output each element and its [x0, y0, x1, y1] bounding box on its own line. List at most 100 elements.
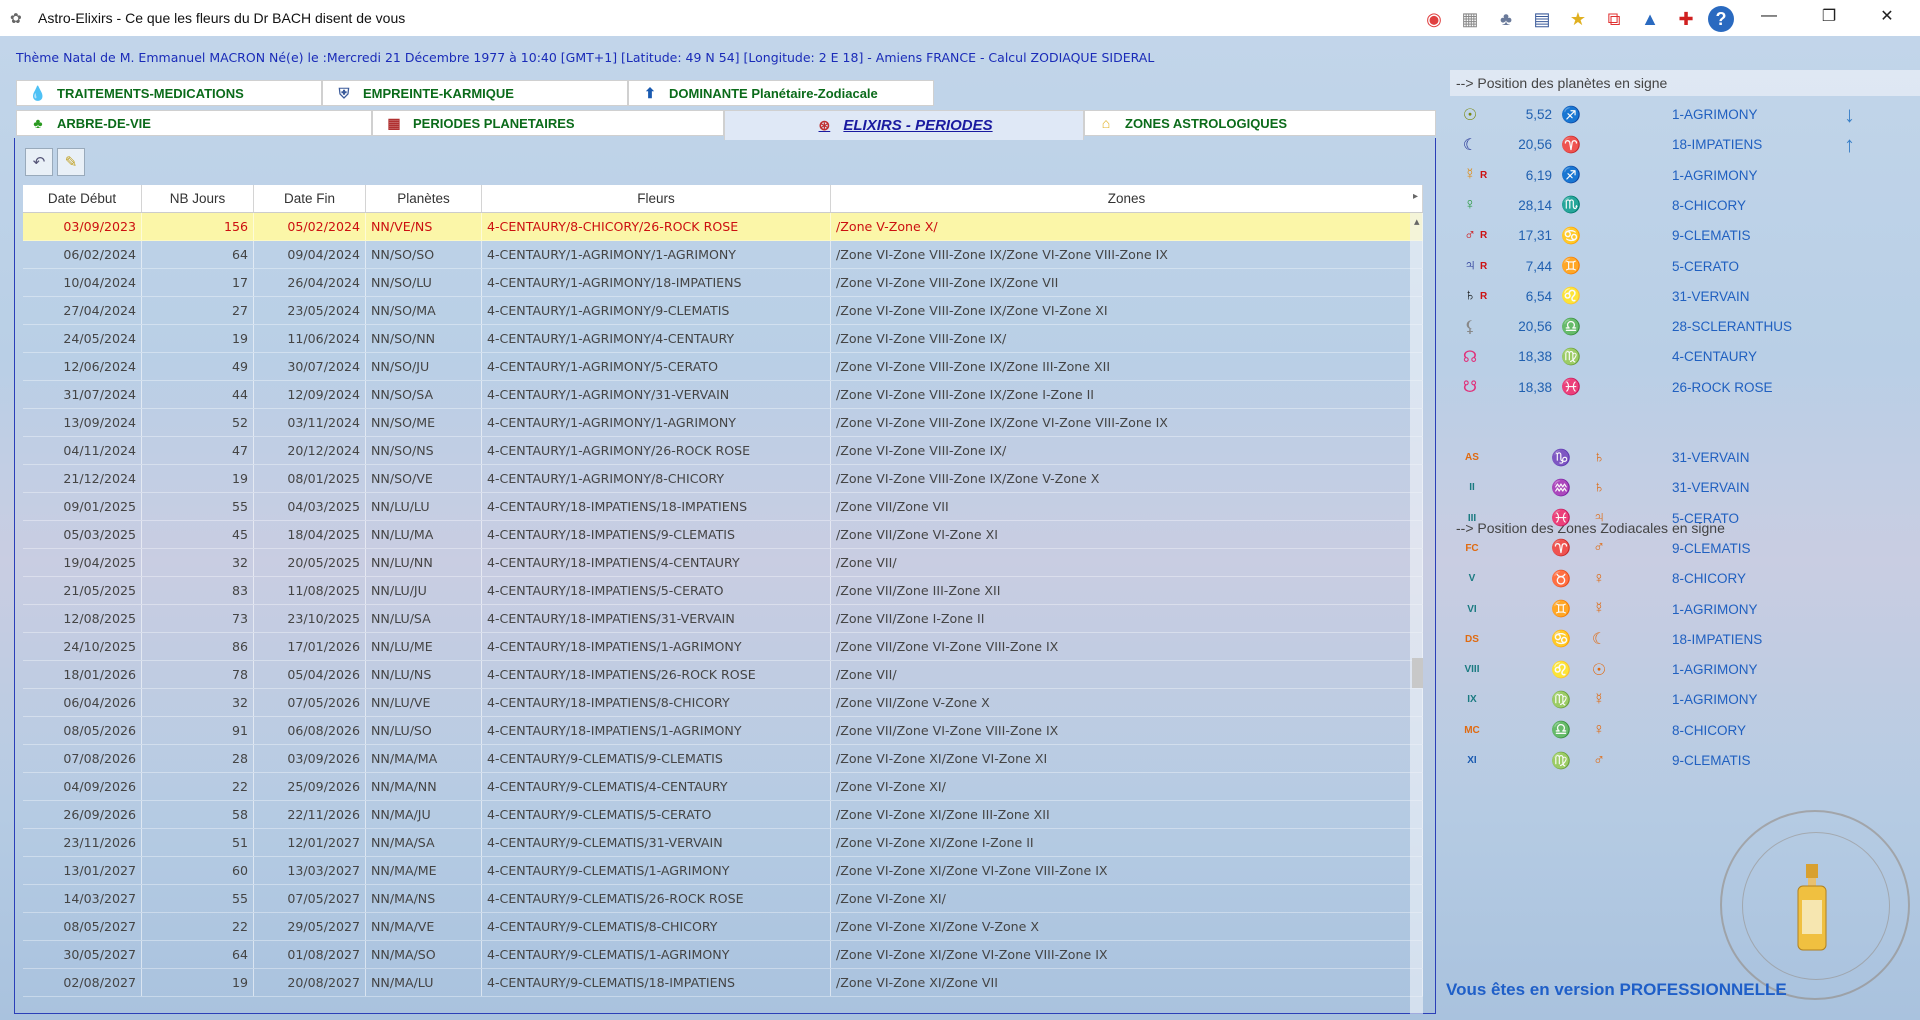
table-cell: NN/SO/SO [366, 241, 482, 268]
vertical-scrollbar[interactable]: ▴ [1410, 213, 1423, 1014]
table-row[interactable]: 10/04/2024 17 26/04/2024 NN/SO/LU 4-CENTAURY… [23, 269, 1423, 297]
planet-flower[interactable]: 4-CENTAURY [1672, 349, 1757, 364]
tab-dominante[interactable]: ⬆ DOMINANTE Planétaire-Zodiacale [628, 80, 934, 106]
minimize-button[interactable]: — [1746, 0, 1792, 32]
table-row[interactable]: 06/02/2024 64 09/04/2024 NN/SO/SO 4-CENTAURY… [23, 241, 1423, 269]
scroll-up-arrow[interactable]: ▴ [1414, 215, 1420, 228]
table-row[interactable]: 31/07/2024 44 12/09/2024 NN/SO/SA 4-CENTAURY… [23, 381, 1423, 409]
undo-icon[interactable]: ↶ [25, 148, 53, 176]
col-header-fleurs[interactable]: Fleurs [482, 185, 831, 212]
table-row[interactable]: 14/03/2027 55 07/05/2027 NN/MA/NS 4-CENTAURY… [23, 885, 1423, 913]
copy-icon[interactable]: ⧉ [1600, 6, 1628, 32]
restore-button[interactable]: ❐ [1806, 0, 1852, 32]
planet-flower[interactable]: 28-SCLERANTHUS [1672, 319, 1792, 334]
scroll-right-arrow[interactable]: ▸ [1413, 191, 1418, 202]
table-row[interactable]: 08/05/2026 91 06/08/2026 NN/LU/SO 4-CENTAURY… [23, 717, 1423, 745]
table-row[interactable]: 04/11/2024 47 20/12/2024 NN/SO/NS 4-CENTAURY… [23, 437, 1423, 465]
zodiac-sign-icon: ♌ [1561, 288, 1581, 306]
table-cell: 18/01/2026 [23, 661, 142, 688]
pin-icon[interactable]: ✚ [1672, 6, 1700, 32]
table-cell: 26/09/2026 [23, 801, 142, 828]
table-row[interactable]: 07/08/2026 28 03/09/2026 NN/MA/MA 4-CENTAURY… [23, 745, 1423, 773]
planet-flower[interactable]: 1-AGRIMONY [1672, 107, 1758, 122]
table-row[interactable]: 03/09/2023 156 05/02/2024 NN/VE/NS 4-CENTAUR… [23, 213, 1423, 241]
zone-flower[interactable]: 8-CHICORY [1672, 571, 1746, 586]
export-icon[interactable]: ✎ [57, 148, 85, 176]
zone-flower[interactable]: 9-CLEMATIS [1672, 753, 1751, 768]
help-icon[interactable]: ? [1708, 6, 1734, 32]
col-header-zones[interactable]: Zones [831, 185, 1423, 212]
table-row[interactable]: 27/04/2024 27 23/05/2024 NN/SO/MA 4-CENTAURY… [23, 297, 1423, 325]
zone-flower[interactable]: 1-AGRIMONY [1672, 602, 1758, 617]
table-row[interactable]: 13/01/2027 60 13/03/2027 NN/MA/ME 4-CENTAURY… [23, 857, 1423, 885]
zone-flower[interactable]: 1-AGRIMONY [1672, 662, 1758, 677]
tab-arbre-de-vie[interactable]: ♣ ARBRE-DE-VIE [16, 110, 372, 136]
table-row[interactable]: 26/09/2026 58 22/11/2026 NN/MA/JU 4-CENTAURY… [23, 801, 1423, 829]
table-row[interactable]: 24/05/2024 19 11/06/2024 NN/SO/NN 4-CENTAURY… [23, 325, 1423, 353]
table-row[interactable]: 04/09/2026 22 25/09/2026 NN/MA/NN 4-CENTAURY… [23, 773, 1423, 801]
zodiac-sign-icon: ♓ [1561, 379, 1581, 397]
table-cell: NN/LU/JU [366, 577, 482, 604]
planet-flower[interactable]: 9-CLEMATIS [1672, 228, 1751, 243]
table-row[interactable]: 21/05/2025 83 11/08/2025 NN/LU/JU 4-CENTAURY… [23, 577, 1423, 605]
table-row[interactable]: 12/08/2025 73 23/10/2025 NN/LU/SA 4-CENTAURY… [23, 605, 1423, 633]
table-row[interactable]: 08/05/2027 22 29/05/2027 NN/MA/VE 4-CENTAURY… [23, 913, 1423, 941]
zone-flower[interactable]: 31-VERVAIN [1672, 450, 1750, 465]
tree-icon: ♣ [33, 115, 43, 131]
arrow-up-icon[interactable]: ↑ [1844, 132, 1855, 158]
table-row[interactable]: 30/05/2027 64 01/08/2027 NN/MA/SO 4-CENTAURY… [23, 941, 1423, 969]
table-row[interactable]: 05/03/2025 45 18/04/2025 NN/LU/MA 4-CENTAURY… [23, 521, 1423, 549]
figures-icon[interactable]: ♣ [1492, 6, 1520, 32]
scroll-icon[interactable]: ▤ [1528, 6, 1556, 32]
col-header-date-debut[interactable]: Date Début [23, 185, 142, 212]
table-row[interactable]: 24/10/2025 86 17/01/2026 NN/LU/ME 4-CENTAURY… [23, 633, 1423, 661]
planet-flower[interactable]: 31-VERVAIN [1672, 289, 1750, 304]
planet-symbol-icon: ♂ [1464, 226, 1476, 244]
table-row[interactable]: 18/01/2026 78 05/04/2026 NN/LU/NS 4-CENTAURY… [23, 661, 1423, 689]
zone-flower[interactable]: 8-CHICORY [1672, 723, 1746, 738]
planet-flower[interactable]: 1-AGRIMONY [1672, 168, 1758, 183]
table-cell: 4-CENTAURY/8-CHICORY/26-ROCK ROSE [482, 213, 831, 240]
tab-empreinte-karmique[interactable]: ⛨ EMPREINTE-KARMIQUE [322, 80, 628, 106]
image-icon[interactable]: ▲ [1636, 6, 1664, 32]
table-cell: NN/MA/LU [366, 969, 482, 996]
zodiac-sign-icon: ♍ [1561, 348, 1581, 366]
grid-icon[interactable]: ▦ [1456, 6, 1484, 32]
col-header-planetes[interactable]: Planètes [366, 185, 482, 212]
zone-row[interactable]: XI ♍ ♂ 9-CLEMATIS [1442, 742, 1920, 779]
col-header-nb-jours[interactable]: NB Jours [142, 185, 254, 212]
table-row[interactable]: 09/01/2025 55 04/03/2025 NN/LU/LU 4-CENTAURY… [23, 493, 1423, 521]
color-wheel-icon[interactable]: ◉ [1420, 6, 1448, 32]
table-row[interactable]: 19/04/2025 32 20/05/2025 NN/LU/NN 4-CENTAURY… [23, 549, 1423, 577]
planet-flower[interactable]: 8-CHICORY [1672, 198, 1746, 213]
planet-flower[interactable]: 5-CERATO [1672, 259, 1739, 274]
table-row[interactable]: 23/11/2026 51 12/01/2027 NN/MA/SA 4-CENTAURY… [23, 829, 1423, 857]
zone-flower[interactable]: 5-CERATO [1672, 511, 1739, 526]
folder-star-icon[interactable]: ★ [1564, 6, 1592, 32]
table-row[interactable]: 21/12/2024 19 08/01/2025 NN/SO/VE 4-CENTAURY… [23, 465, 1423, 493]
planet-row[interactable]: ☋ 18,38 ♓ 26-ROCK ROSE [1442, 369, 1920, 406]
tab-elixirs-periodes[interactable]: ⊛ ELIXIRS - PERIODES [724, 110, 1084, 140]
planet-flower[interactable]: 18-IMPATIENS [1672, 137, 1762, 152]
zone-flower[interactable]: 9-CLEMATIS [1672, 541, 1751, 556]
table-row[interactable]: 02/08/2027 19 20/08/2027 NN/MA/LU 4-CENTAURY… [23, 969, 1423, 997]
tab-label: TRAITEMENTS-MEDICATIONS [57, 85, 244, 101]
table-cell: NN/MA/SO [366, 941, 482, 968]
tab-traitements-medications[interactable]: 💧 TRAITEMENTS-MEDICATIONS [16, 80, 322, 106]
table-cell: 73 [142, 605, 254, 632]
zone-flower[interactable]: 31-VERVAIN [1672, 480, 1750, 495]
tab-periodes-planetaires[interactable]: ▦ PERIODES PLANETAIRES [372, 110, 724, 136]
zone-flower[interactable]: 18-IMPATIENS [1672, 632, 1762, 647]
table-cell: /Zone VI-Zone XI/Zone I-Zone II [831, 829, 1423, 856]
table-row[interactable]: 12/06/2024 49 30/07/2024 NN/SO/JU 4-CENTAURY… [23, 353, 1423, 381]
table-row[interactable]: 06/04/2026 32 07/05/2026 NN/LU/VE 4-CENTAURY… [23, 689, 1423, 717]
close-button[interactable]: ✕ [1864, 0, 1910, 32]
arrow-down-icon[interactable]: ↓ [1844, 102, 1855, 128]
zone-flower[interactable]: 1-AGRIMONY [1672, 692, 1758, 707]
table-row[interactable]: 13/09/2024 52 03/11/2024 NN/SO/ME 4-CENTAURY… [23, 409, 1423, 437]
col-header-date-fin[interactable]: Date Fin [254, 185, 366, 212]
planet-flower[interactable]: 26-ROCK ROSE [1672, 380, 1773, 395]
scrollbar-thumb[interactable] [1412, 658, 1423, 688]
table-cell: 4-CENTAURY/9-CLEMATIS/1-AGRIMONY [482, 857, 831, 884]
tab-zones-astrologiques[interactable]: ⌂ ZONES ASTROLOGIQUES [1084, 110, 1436, 136]
